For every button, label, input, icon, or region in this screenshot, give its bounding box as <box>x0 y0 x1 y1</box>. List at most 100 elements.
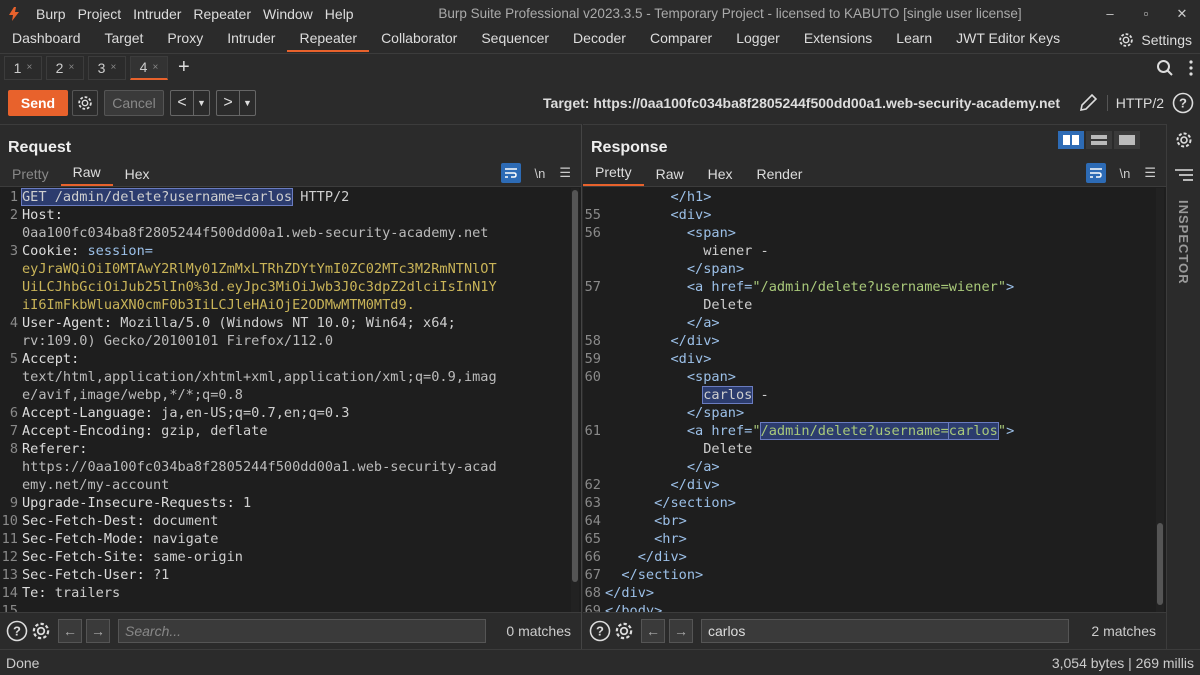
repeater-tab-4[interactable]: 4 × <box>130 55 168 80</box>
response-tab-raw[interactable]: Raw <box>644 166 696 186</box>
response-matches-count: 2 matches <box>1091 623 1156 639</box>
wrap-lines-icon[interactable] <box>500 163 521 183</box>
svg-text:?: ? <box>596 624 604 639</box>
help-icon[interactable]: ? <box>6 620 28 642</box>
wrap-lines-icon[interactable] <box>1085 163 1106 183</box>
cancel-button[interactable]: Cancel <box>104 90 164 116</box>
protocol-label[interactable]: HTTP/2 <box>1106 95 1164 111</box>
response-scrollbar[interactable] <box>1156 188 1164 613</box>
request-scrollbar[interactable] <box>571 188 579 613</box>
status-bar: Done 3,054 bytes | 269 millis <box>0 649 1200 675</box>
response-tab-hex[interactable]: Hex <box>696 166 745 186</box>
chevron-right-icon[interactable]: > <box>217 91 239 115</box>
chevron-down-icon[interactable]: ▼ <box>239 91 255 115</box>
response-header: Response <box>583 125 1166 161</box>
filter-lines-icon[interactable] <box>1175 168 1193 182</box>
gear-icon[interactable] <box>30 620 52 642</box>
help-icon[interactable]: ? <box>1172 92 1194 114</box>
request-tab-raw[interactable]: Raw <box>60 164 113 186</box>
request-search-input[interactable] <box>118 619 486 643</box>
help-icon[interactable]: ? <box>589 620 611 642</box>
layout-tabbed-icon[interactable] <box>1114 131 1140 149</box>
close-icon[interactable]: × <box>152 62 158 73</box>
request-tab-pretty[interactable]: Pretty <box>0 166 61 186</box>
layout-toggle <box>1058 131 1140 149</box>
send-button[interactable]: Send <box>8 90 68 116</box>
menu-repeater[interactable]: Repeater <box>187 6 257 22</box>
response-stats: 3,054 bytes | 269 millis <box>1051 654 1194 671</box>
response-search-input[interactable] <box>701 619 1069 643</box>
layout-side-by-side-icon[interactable] <box>1058 131 1084 149</box>
svg-text:?: ? <box>13 624 21 639</box>
code-line: 61 <a href="/admin/delete?username=carlo… <box>584 422 1015 440</box>
code-line: 58 </div> <box>584 333 720 349</box>
menu-help[interactable]: Help <box>319 6 360 22</box>
menu-intruder[interactable]: Intruder <box>127 6 187 22</box>
tab-collaborator[interactable]: Collaborator <box>369 27 469 52</box>
menu-project[interactable]: Project <box>72 6 128 22</box>
tab-extensions[interactable]: Extensions <box>792 27 884 52</box>
close-icon[interactable]: × <box>68 62 74 73</box>
next-match-button[interactable]: → <box>669 619 693 643</box>
request-editor[interactable]: 1 GET /admin/delete?username=carlos HTTP/… <box>0 188 571 613</box>
tab-intruder[interactable]: Intruder <box>215 27 287 52</box>
response-editor[interactable]: </h1> 55 <div> 56 <span> wiener - </span… <box>583 188 1156 613</box>
tab-repeater[interactable]: Repeater <box>287 27 370 52</box>
code-line: UiLCJhbGciOiJub25lIn0%3d.eyJpc3MiOiJwb3J… <box>22 279 497 295</box>
request-header: Request <box>0 125 581 161</box>
hamburger-menu-icon[interactable]: ☰ <box>1144 165 1156 181</box>
tab-logger[interactable]: Logger <box>724 27 792 52</box>
request-tab-hex[interactable]: Hex <box>113 166 162 186</box>
more-vertical-icon[interactable] <box>1188 59 1194 77</box>
menu-window[interactable]: Window <box>257 6 319 22</box>
send-options-button[interactable] <box>72 90 98 116</box>
code-line: 11 Sec-Fetch-Mode: navigate <box>1 531 219 547</box>
repeater-tab-3[interactable]: 3 × <box>88 55 126 80</box>
minimize-button[interactable]: – <box>1092 0 1128 27</box>
previous-match-button[interactable]: ← <box>58 619 82 643</box>
window-controls: – ▫ ✕ <box>1092 0 1200 27</box>
inspector-label[interactable]: INSPECTOR <box>1176 200 1191 285</box>
settings-button[interactable]: Settings <box>1117 27 1192 52</box>
hamburger-menu-icon[interactable]: ☰ <box>559 165 571 181</box>
gear-icon[interactable] <box>1174 130 1194 150</box>
code-line: wiener - <box>605 243 769 259</box>
tab-proxy[interactable]: Proxy <box>155 27 215 52</box>
code-line: rv:109.0) Gecko/20100101 Firefox/112.0 <box>22 333 333 349</box>
tab-dashboard[interactable]: Dashboard <box>0 27 93 52</box>
chevron-left-icon[interactable]: < <box>171 91 193 115</box>
tab-learn[interactable]: Learn <box>884 27 944 52</box>
response-pane: Response Pretty Raw Hex Render \n ☰ </h1… <box>583 124 1166 649</box>
close-icon[interactable]: × <box>110 62 116 73</box>
newline-toggle[interactable]: \n <box>1120 166 1131 181</box>
back-nav[interactable]: < ▼ <box>170 90 210 116</box>
previous-match-button[interactable]: ← <box>641 619 665 643</box>
response-tab-pretty[interactable]: Pretty <box>583 164 644 186</box>
tab-jwt-editor-keys[interactable]: JWT Editor Keys <box>944 27 1072 52</box>
layout-stacked-icon[interactable] <box>1086 131 1112 149</box>
menu-bar: Burp Project Intruder Repeater Window He… <box>30 6 360 22</box>
pencil-icon[interactable] <box>1077 92 1099 114</box>
add-tab-button[interactable]: + <box>178 56 190 79</box>
forward-nav[interactable]: > ▼ <box>216 90 256 116</box>
tab-decoder[interactable]: Decoder <box>561 27 638 52</box>
chevron-down-icon[interactable]: ▼ <box>193 91 209 115</box>
menu-burp[interactable]: Burp <box>30 6 72 22</box>
request-matches-count: 0 matches <box>506 623 571 639</box>
repeater-tab-2[interactable]: 2 × <box>46 55 84 80</box>
tab-comparer[interactable]: Comparer <box>638 27 724 52</box>
tab-target[interactable]: Target <box>93 27 156 52</box>
response-search-bar: ? ← → 2 matches <box>583 612 1166 649</box>
response-tab-render[interactable]: Render <box>745 166 815 186</box>
next-match-button[interactable]: → <box>86 619 110 643</box>
close-icon[interactable]: × <box>26 62 32 73</box>
repeater-tab-1[interactable]: 1 × <box>4 55 42 80</box>
newline-toggle[interactable]: \n <box>535 166 546 181</box>
gear-icon[interactable] <box>613 620 635 642</box>
request-title: Request <box>8 139 72 156</box>
maximize-button[interactable]: ▫ <box>1128 0 1164 27</box>
search-icon[interactable] <box>1156 59 1174 77</box>
code-line: </h1> <box>605 189 712 205</box>
tab-sequencer[interactable]: Sequencer <box>469 27 561 52</box>
close-window-button[interactable]: ✕ <box>1164 0 1200 27</box>
